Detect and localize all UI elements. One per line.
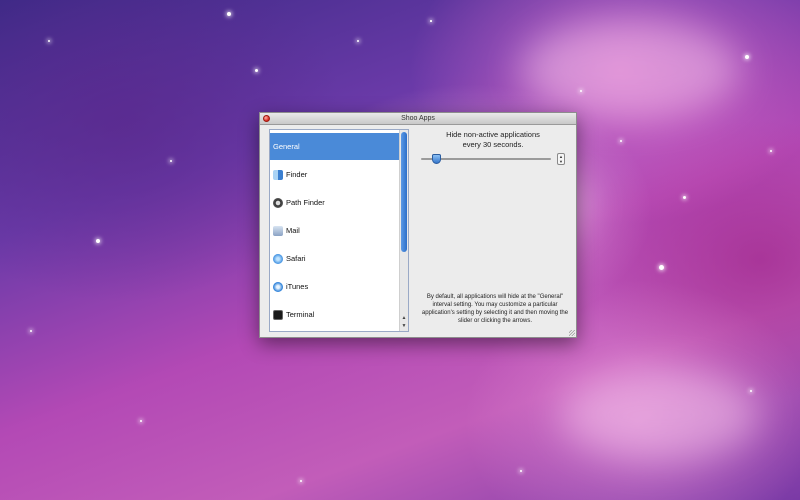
path-finder-icon bbox=[273, 197, 283, 208]
resize-grip[interactable] bbox=[569, 330, 575, 336]
finder-icon bbox=[273, 169, 283, 180]
window-title: Shoo Apps bbox=[401, 115, 435, 122]
list-item-path-finder[interactable]: Path Finder bbox=[270, 189, 399, 216]
star bbox=[745, 55, 749, 59]
star bbox=[430, 20, 432, 22]
interval-slider-knob[interactable] bbox=[432, 154, 441, 164]
star bbox=[770, 150, 772, 152]
title-bar[interactable]: Shoo Apps bbox=[260, 113, 576, 125]
star bbox=[227, 12, 231, 16]
star bbox=[683, 196, 686, 199]
list-item-label: Path Finder bbox=[286, 198, 325, 207]
star bbox=[140, 420, 142, 422]
list-item-itunes[interactable]: iTunes bbox=[270, 273, 399, 300]
scroll-up-icon[interactable]: ▲ bbox=[400, 314, 408, 322]
mail-icon bbox=[273, 225, 283, 236]
list-item-label: General bbox=[273, 142, 300, 151]
list-item-mail[interactable]: Mail bbox=[270, 217, 399, 244]
list-item-label: Terminal bbox=[286, 310, 315, 319]
list-item-label: Mail bbox=[286, 226, 300, 235]
list-item-finder[interactable]: Finder bbox=[270, 161, 399, 188]
star bbox=[620, 140, 622, 142]
interval-stepper[interactable]: ▲ ▼ bbox=[557, 153, 565, 165]
list-item-general[interactable]: General bbox=[270, 133, 399, 160]
stepper-down-icon[interactable]: ▼ bbox=[558, 159, 564, 164]
star bbox=[255, 69, 258, 72]
star bbox=[30, 330, 32, 332]
terminal-icon bbox=[273, 309, 283, 320]
shoo-apps-window: Shoo Apps General Finder Path Finder Mai… bbox=[259, 112, 577, 338]
info-text: By default, all applications will hide a… bbox=[421, 294, 569, 324]
nebula-glow bbox=[520, 20, 740, 120]
star bbox=[96, 239, 100, 243]
hide-text-line2: every 30 seconds. bbox=[462, 140, 524, 149]
star bbox=[300, 480, 302, 482]
list-scrollbar[interactable]: ▲ ▼ bbox=[399, 130, 408, 331]
star bbox=[750, 390, 752, 392]
scroll-thumb[interactable] bbox=[401, 132, 407, 252]
list-item-label: iTunes bbox=[286, 282, 309, 291]
star bbox=[520, 470, 522, 472]
list-item-label: Safari bbox=[286, 254, 306, 263]
list-item-label: Finder bbox=[286, 170, 308, 179]
hide-text-line1: Hide non-active applications bbox=[446, 130, 540, 139]
star bbox=[48, 40, 50, 42]
list-item-terminal[interactable]: Terminal bbox=[270, 301, 399, 328]
star bbox=[357, 40, 359, 42]
list-item-safari[interactable]: Safari bbox=[270, 245, 399, 272]
hide-interval-description: Hide non-active applications every 30 se… bbox=[413, 130, 573, 150]
star bbox=[580, 90, 582, 92]
safari-icon bbox=[273, 253, 283, 264]
scroll-down-icon[interactable]: ▼ bbox=[400, 322, 408, 330]
star bbox=[659, 265, 664, 270]
nebula-glow bbox=[560, 370, 760, 460]
application-list[interactable]: General Finder Path Finder Mail Safari i… bbox=[269, 129, 409, 332]
itunes-icon bbox=[273, 281, 283, 292]
star bbox=[170, 160, 172, 162]
